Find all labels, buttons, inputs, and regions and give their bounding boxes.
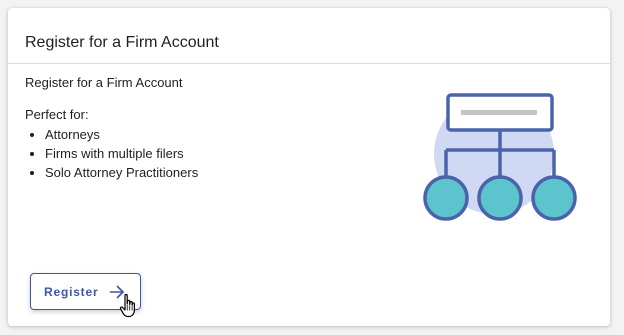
audience-list: Attorneys Firms with multiple filers Sol… — [25, 125, 198, 182]
org-hierarchy-icon — [420, 92, 590, 237]
card-subtitle: Register for a Firm Account — [25, 75, 183, 90]
list-item: Attorneys — [45, 125, 198, 144]
perfect-for-label: Perfect for: — [25, 107, 89, 122]
hand-cursor-icon — [119, 293, 135, 318]
firm-account-card: Register for a Firm Account Register for… — [8, 8, 610, 326]
card-header: Register for a Firm Account — [8, 8, 610, 64]
card-title: Register for a Firm Account — [25, 34, 219, 51]
list-item: Solo Attorney Practitioners — [45, 163, 198, 182]
register-button-label: Register — [44, 284, 99, 299]
list-item: Firms with multiple filers — [45, 144, 198, 163]
